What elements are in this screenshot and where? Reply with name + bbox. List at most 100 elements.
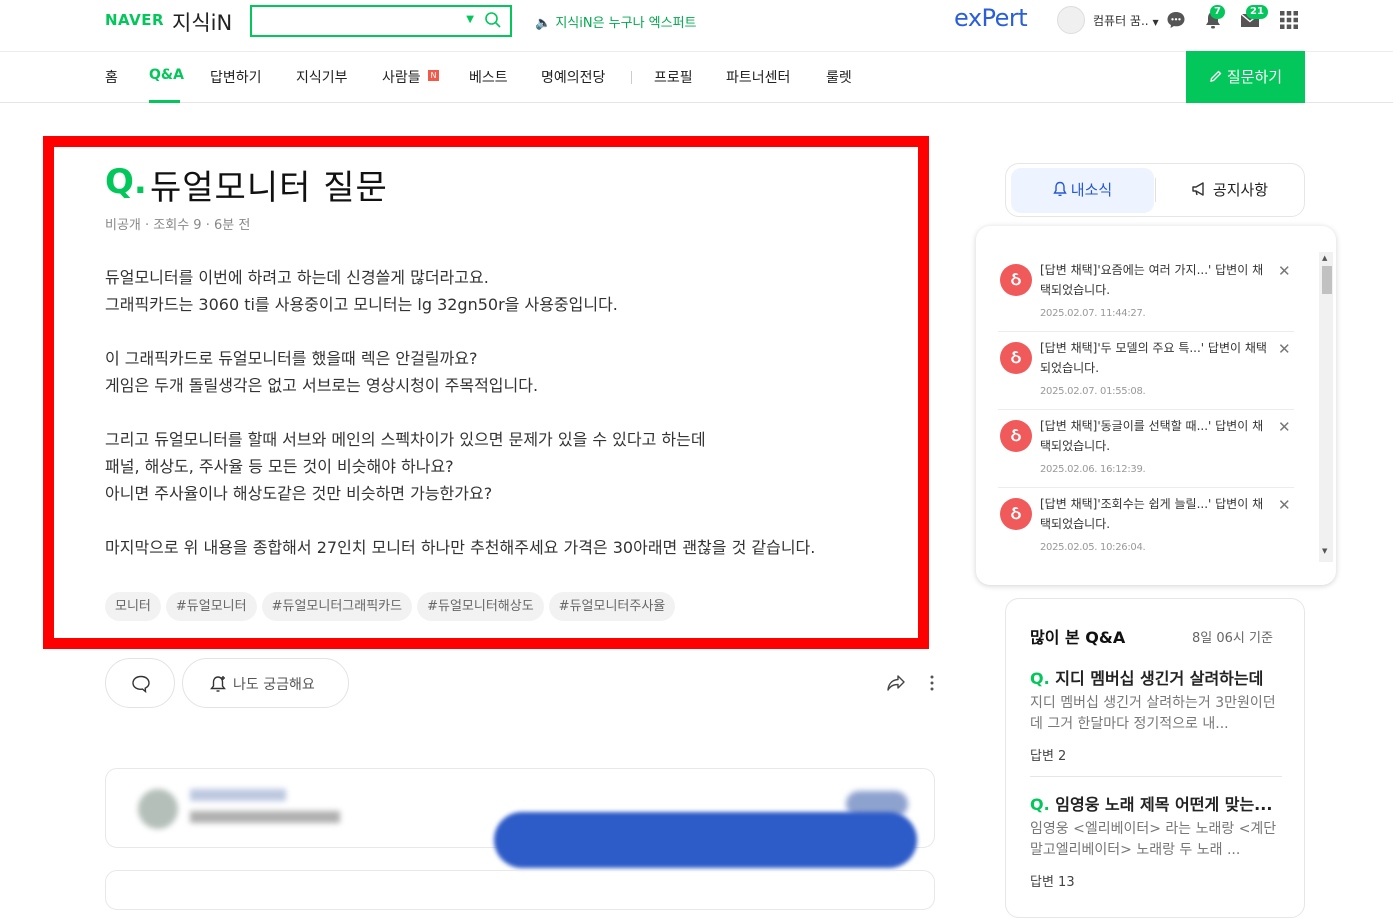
tag[interactable]: #듀얼모니터주사율 [548,592,676,621]
popular-item-title: Q. 임영웅 노래 제목 어떤게 맞는... [1030,791,1282,815]
close-icon[interactable]: ✕ [1278,496,1291,514]
body-line: 아니면 주사율이나 해상도같은 것만 비슷하면 가능한가요? [105,484,493,503]
ask-button-label: 질문하기 [1226,68,1283,86]
tab-my-news[interactable]: 내소식 [1011,168,1154,213]
ask-question-button[interactable]: 질문하기 [1186,51,1305,103]
tag[interactable]: #듀얼모니터그래픽카드 [261,592,413,621]
notification-item[interactable]: ઠ [답변 채택]'동글이를 선택할 때...' 답변이 채택되었습니다. 20… [998,410,1294,488]
blurred-name [190,789,286,801]
popular-item[interactable]: Q. 지디 멤버십 생긴거 살려하는데 지디 멤버십 생긴거 살려하는거 3만원… [1030,665,1282,764]
pencil-icon [1210,70,1222,82]
scrollbar[interactable] [1319,252,1333,562]
blurred-text [190,811,340,823]
nav-hall-of-fame[interactable]: 명예의전당 [541,67,605,87]
expert-logo[interactable]: exPert [954,4,1028,32]
nav-best[interactable]: 베스트 [469,67,508,87]
tab-notice[interactable]: 공지사항 [1158,168,1301,213]
comment-button[interactable] [105,658,175,708]
naver-logo[interactable]: NAVER [105,11,164,29]
notification-item[interactable]: ઠ [답변 채택]'요즘에는 여러 가지...' 답변이 채택되었습니다. 20… [998,254,1294,332]
notification-item[interactable]: ઠ [답변 채택]'두 모델의 주요 특...' 답변이 채택되었습니다. 20… [998,332,1294,410]
notification-text: [답변 채택]'두 모델의 주요 특...' 답변이 채택되었습니다. [1040,341,1267,375]
question-title: 듀얼모니터 질문 [150,168,388,208]
tag[interactable]: #듀얼모니터 [165,592,257,621]
nav-home[interactable]: 홈 [105,67,118,87]
scroll-up-icon[interactable]: ▲ [1322,254,1327,262]
me-too-label: 나도 궁금해요 [233,677,315,693]
nav-profile[interactable]: 프로필 [654,67,693,87]
scroll-down-icon[interactable]: ▼ [1322,547,1327,555]
notification-time: 2025.02.07. 11:44:27. [1040,308,1146,319]
divider [1030,776,1282,777]
user-menu[interactable]: 컴퓨터 꿈.. ▼ [1093,12,1159,29]
grid-menu-icon[interactable] [1279,10,1299,30]
notification-item[interactable]: ઠ [답변 채택]'조회수는 쉽게 늘릴...' 답변이 채택되었습니다. 20… [998,488,1294,566]
body-line: 패널, 해상도, 주사율 등 모든 것이 비슷해야 하나요? [105,457,454,476]
chat-icon[interactable] [1166,10,1186,30]
search-input[interactable]: ▼ [250,5,512,37]
body-line: 마지막으로 위 내용을 종합해서 27인치 모니터 하나만 추천해주세요 가격은… [105,538,816,557]
notification-type-icon: ઠ [1000,498,1032,530]
close-icon[interactable]: ✕ [1278,262,1291,280]
new-badge: N [428,70,439,81]
notification-panel: ઠ [답변 채택]'요즘에는 여러 가지...' 답변이 채택되었습니다. 20… [976,226,1336,585]
search-icon[interactable] [484,11,502,29]
chevron-down-icon[interactable]: ▼ [466,14,474,25]
tag[interactable]: #듀얼모니터해상도 [417,592,544,621]
answer-button[interactable] [494,812,917,868]
body-line: 게임은 두개 돌릴생각은 없고 서브로는 영상시청이 주목적입니다. [105,376,539,395]
popular-item[interactable]: Q. 임영웅 노래 제목 어떤게 맞는... 임영웅 <엘리베이터> 라는 노래… [1030,791,1282,890]
body-line: 그래픽카드는 3060 ti를 사용중이고 모니터는 lg 32gn50r을 사… [105,295,618,314]
bell-plus-icon [210,676,226,692]
active-tab-indicator [149,100,180,103]
nav-roulette[interactable]: 룰렛 [826,67,852,87]
bell-icon [1053,181,1067,197]
popular-item-answers: 답변 13 [1030,875,1075,890]
tag-list: 모니터 #듀얼모니터 #듀얼모니터그래픽카드 #듀얼모니터해상도 #듀얼모니터주사율 [105,592,680,622]
body-line: 이 그래픽카드로 듀얼모니터를 했을때 렉은 안걸릴까요? [105,349,478,368]
mail-count-badge: 21 [1246,5,1268,19]
nav-partner-center[interactable]: 파트너센터 [726,67,790,87]
question-mark-label: Q. [105,162,147,202]
notification-type-icon: ઠ [1000,342,1032,374]
notification-type-icon: ઠ [1000,264,1032,296]
comment-icon [132,675,150,694]
tab-divider [1155,178,1156,202]
top-header: NAVER 지식iN ▼ 🔈 지식iN은 누구나 엑스퍼트 exPert 컴퓨터… [0,0,1393,52]
megaphone-icon [1192,182,1204,196]
notification-time: 2025.02.06. 16:12:39. [1040,464,1146,475]
nav-people[interactable]: 사람들 [382,67,421,87]
notification-text: [답변 채택]'요즘에는 여러 가지...' 답변이 채택되었습니다. [1040,263,1264,297]
notification-time: 2025.02.07. 01:55:08. [1040,386,1146,397]
question-meta: 비공개 · 조회수 9 · 6분 전 [105,218,251,233]
share-icon[interactable] [886,674,906,692]
notification-text: [답변 채택]'동글이를 선택할 때...' 답변이 채택되었습니다. [1040,419,1264,453]
avatar [138,789,178,829]
nav-donation[interactable]: 지식기부 [296,67,348,87]
question-body: 듀얼모니터를 이번에 하려고 하는데 신경쓸게 많더라고요. 그래픽카드는 30… [105,264,905,561]
popular-item-desc: 임영웅 <엘리베이터> 라는 노래랑 <계단말고엘리베이터> 노래랑 두 노래 … [1030,821,1277,858]
tab-notice-label: 공지사항 [1212,181,1269,199]
me-too-curious-button[interactable]: 나도 궁금해요 [182,658,349,708]
scrollbar-thumb[interactable] [1322,266,1332,294]
promo-link[interactable]: 🔈 지식iN은 누구나 엑스퍼트 [535,12,697,31]
nav-divider [631,71,632,84]
close-icon[interactable]: ✕ [1278,418,1291,436]
sidebar-tabs: 내소식 공지사항 [1005,163,1305,217]
ad-card [105,870,935,910]
nav-qna[interactable]: Q&A [149,67,184,83]
user-name: 컴퓨터 꿈.. [1093,14,1149,28]
nav-answer[interactable]: 답변하기 [210,67,262,87]
avatar[interactable] [1057,6,1085,34]
close-icon[interactable]: ✕ [1278,340,1291,358]
notification-type-icon: ઠ [1000,420,1032,452]
more-options-icon[interactable] [930,674,934,692]
popular-title: 많이 본 Q&A [1030,628,1126,647]
notification-text: [답변 채택]'조회수는 쉽게 늘릴...' 답변이 채택되었습니다. [1040,497,1264,531]
jisikin-logo[interactable]: 지식iN [172,7,232,37]
body-line: 듀얼모니터를 이번에 하려고 하는데 신경쓸게 많더라고요. [105,268,489,287]
body-line: 그리고 듀얼모니터를 할때 서브와 메인의 스펙차이가 있으면 문제가 있을 수… [105,430,706,449]
tag[interactable]: 모니터 [105,592,161,621]
notification-time: 2025.02.05. 10:26:04. [1040,542,1146,553]
body-line [105,399,905,426]
